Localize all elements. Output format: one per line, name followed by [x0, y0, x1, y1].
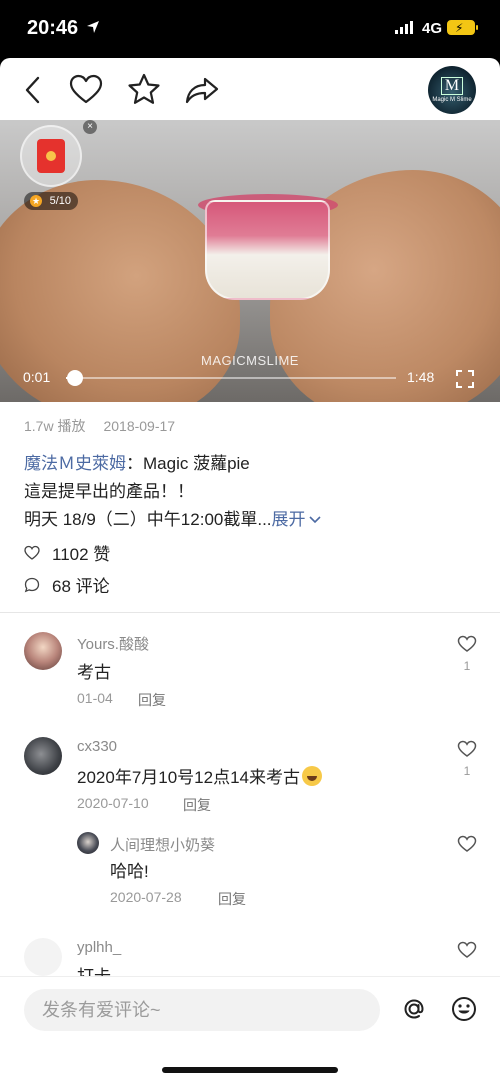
post-description: 魔法Ｍ史萊姆：Magic 菠蘿pie 這是提早出的產品！！ 明天 18/9（二）…	[24, 450, 484, 534]
avatar[interactable]	[24, 737, 62, 775]
reply-button[interactable]: 回复	[138, 690, 166, 710]
video-player[interactable]: × ★ 5/10 MAGICMSLIME 0:01 1:48	[0, 120, 500, 402]
heart-outline-icon	[69, 74, 103, 104]
author-separator: ：	[126, 454, 143, 473]
red-packet-progress: ★ 5/10	[24, 192, 78, 210]
chevron-down-icon	[308, 516, 321, 524]
chevron-left-icon	[25, 76, 40, 104]
comments-count: 68 评论	[52, 577, 110, 596]
post-date: 2018-09-17	[103, 418, 176, 434]
reply-button[interactable]: 回复	[218, 889, 246, 909]
cellular-signal-icon	[395, 21, 413, 34]
likes-stat[interactable]: 1102 赞	[24, 540, 110, 565]
reply-button[interactable]: 回复	[183, 795, 211, 815]
heart-outline-icon[interactable]	[457, 835, 477, 853]
share-button[interactable]	[184, 72, 220, 108]
heart-outline-icon[interactable]	[457, 635, 477, 653]
laughing-emoji-icon	[302, 766, 323, 786]
video-watermark: MAGICMSLIME	[201, 353, 299, 368]
author-link[interactable]: 魔法Ｍ史萊姆	[24, 454, 126, 473]
comment-text: 考古	[77, 663, 111, 682]
video-detail-sheet: M Magic M Slime × ★ 5/10 MAGICMSLIME 0:0…	[0, 58, 500, 1082]
smiley-icon[interactable]	[450, 995, 478, 1023]
charging-bolt-icon: ⚡	[455, 21, 464, 35]
comment-like-count: 1	[463, 764, 471, 778]
network-type: 4G	[422, 20, 443, 37]
expand-button[interactable]: 展开	[272, 510, 322, 529]
post-meta: 1.7w 播放 2018-09-17	[24, 416, 175, 436]
location-arrow-icon	[87, 21, 99, 33]
channel-avatar-caption: Magic M Slime	[432, 97, 472, 103]
comments-stat[interactable]: 68 评论	[24, 572, 110, 597]
heart-outline-icon[interactable]	[457, 941, 477, 959]
comment-date: 2020-07-28	[110, 889, 182, 905]
red-packet-widget[interactable]	[20, 125, 82, 187]
seek-bar[interactable]	[66, 370, 396, 386]
channel-avatar[interactable]: M Magic M Slime	[428, 66, 476, 114]
heart-outline-icon	[24, 545, 40, 560]
avatar[interactable]	[24, 632, 62, 670]
description-truncated: 明天 18/9（二）中午12:00截單...	[24, 510, 272, 529]
avatar[interactable]	[24, 938, 62, 976]
comment-username[interactable]: Yours.酸酸	[77, 633, 149, 654]
comment-text: 2020年7月10号12点14来考古	[77, 763, 323, 788]
favorite-button[interactable]	[126, 72, 162, 108]
back-button[interactable]	[16, 72, 52, 108]
like-button[interactable]	[68, 72, 104, 108]
status-bar: 20:46 4G ⚡	[0, 0, 500, 58]
star-outline-icon	[128, 73, 160, 104]
close-icon[interactable]: ×	[83, 120, 97, 134]
comment-date: 01-04	[77, 690, 113, 706]
share-arrow-icon	[185, 77, 219, 104]
duration: 1:48	[407, 369, 435, 385]
description-title: Magic 菠蘿pie	[143, 454, 250, 473]
avatar[interactable]	[77, 832, 99, 854]
likes-count: 1102 赞	[52, 545, 111, 564]
comment-like-count: 1	[463, 659, 471, 673]
comment-text-content: 2020年7月10号12点14来考古	[77, 768, 301, 787]
at-sign-icon[interactable]	[400, 995, 428, 1023]
description-line-3: 明天 18/9（二）中午12:00截單...展开	[24, 506, 484, 534]
comment-input-bar	[0, 976, 500, 1082]
star-coin-icon: ★	[30, 195, 42, 207]
section-divider	[0, 612, 500, 613]
comment-input[interactable]	[24, 989, 380, 1031]
comment-bubble-icon	[24, 577, 40, 592]
home-indicator[interactable]	[162, 1067, 338, 1073]
red-packet-progress-label: 5/10	[49, 195, 71, 207]
heart-outline-icon[interactable]	[457, 740, 477, 758]
fullscreen-icon[interactable]	[456, 370, 474, 388]
top-action-bar: M Magic M Slime	[0, 58, 500, 120]
red-envelope-icon	[37, 139, 65, 173]
description-line-1: 魔法Ｍ史萊姆：Magic 菠蘿pie	[24, 450, 484, 478]
play-count: 1.7w 播放	[24, 418, 86, 434]
channel-avatar-logo: M	[440, 77, 464, 95]
comment-text: 哈哈!	[110, 862, 149, 881]
comment-username[interactable]: 人间理想小奶葵	[110, 834, 215, 855]
current-time: 0:01	[23, 369, 51, 385]
expand-label: 展开	[271, 510, 306, 529]
comment-username[interactable]: yplhh_	[77, 939, 121, 956]
seek-bar-handle[interactable]	[67, 370, 83, 386]
comment-username[interactable]: cx330	[77, 738, 117, 755]
comment-date: 2020-07-10	[77, 795, 149, 811]
description-line-2: 這是提早出的產品！！	[24, 482, 194, 501]
status-time: 20:46	[27, 17, 79, 39]
video-frame-slime-cup	[205, 200, 330, 300]
